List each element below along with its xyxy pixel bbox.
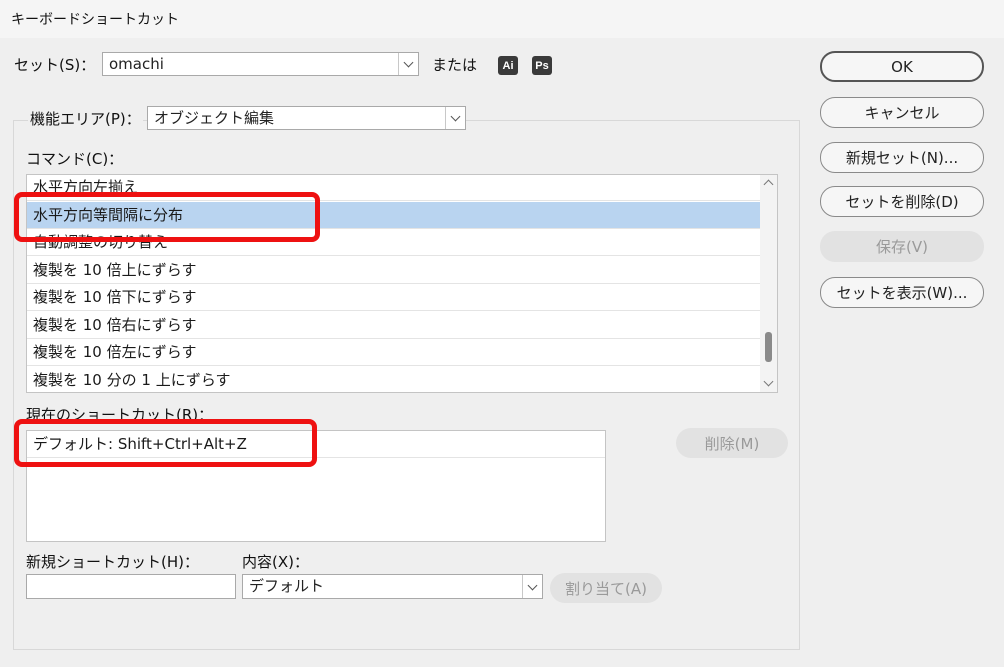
scroll-down-icon[interactable]	[763, 376, 774, 387]
content-label: 内容(X)：	[242, 553, 309, 571]
set-label: セット(S)：	[14, 56, 96, 74]
function-area-dropdown[interactable]: オブジェクト編集	[147, 106, 466, 130]
list-item[interactable]: 複製を 10 倍上にずらす	[27, 257, 760, 284]
set-dropdown[interactable]: omachi	[102, 52, 419, 76]
scroll-up-icon[interactable]	[763, 179, 774, 190]
list-item[interactable]: 複製を 10 倍右にずらす	[27, 312, 760, 339]
content-dropdown[interactable]: デフォルト	[242, 574, 543, 599]
list-item[interactable]: 複製を 10 分の 1 上にずらす	[27, 367, 760, 392]
photoshop-icon: Ps	[532, 56, 552, 75]
highlight-box	[14, 419, 317, 467]
chevron-down-icon[interactable]	[522, 575, 542, 598]
list-item[interactable]: 複製を 10 倍左にずらす	[27, 339, 760, 366]
delete-shortcut-button[interactable]: 削除(M)	[676, 428, 788, 458]
new-shortcut-label: 新規ショートカット(H)：	[26, 553, 199, 571]
show-set-button[interactable]: セットを表示(W)...	[820, 277, 984, 308]
chevron-down-icon[interactable]	[445, 107, 465, 129]
highlight-box	[14, 192, 320, 242]
set-dropdown-value: omachi	[109, 55, 164, 73]
title-bar: キーボードショートカット	[0, 0, 1004, 39]
content-dropdown-value: デフォルト	[249, 577, 325, 595]
chevron-down-icon[interactable]	[398, 53, 418, 75]
function-area-label: 機能エリア(P)：	[28, 108, 143, 129]
delete-set-button[interactable]: セットを削除(D)	[820, 186, 984, 217]
list-item[interactable]: 複製を 10 倍下にずらす	[27, 284, 760, 311]
command-list-scrollbar[interactable]	[760, 175, 777, 392]
assign-button[interactable]: 割り当て(A)	[550, 573, 662, 603]
commands-label: コマンド(C)：	[26, 150, 124, 168]
window-title: キーボードショートカット	[11, 12, 179, 28]
new-shortcut-input[interactable]	[26, 574, 236, 599]
function-area-value: オブジェクト編集	[154, 109, 275, 127]
save-button[interactable]: 保存(V)	[820, 231, 984, 262]
scroll-thumb[interactable]	[765, 332, 772, 362]
new-set-button[interactable]: 新規セット(N)...	[820, 142, 984, 173]
or-label: または	[432, 56, 478, 74]
ok-button[interactable]: OK	[820, 51, 984, 82]
illustrator-icon: Ai	[498, 56, 518, 75]
cancel-button[interactable]: キャンセル	[820, 97, 984, 128]
